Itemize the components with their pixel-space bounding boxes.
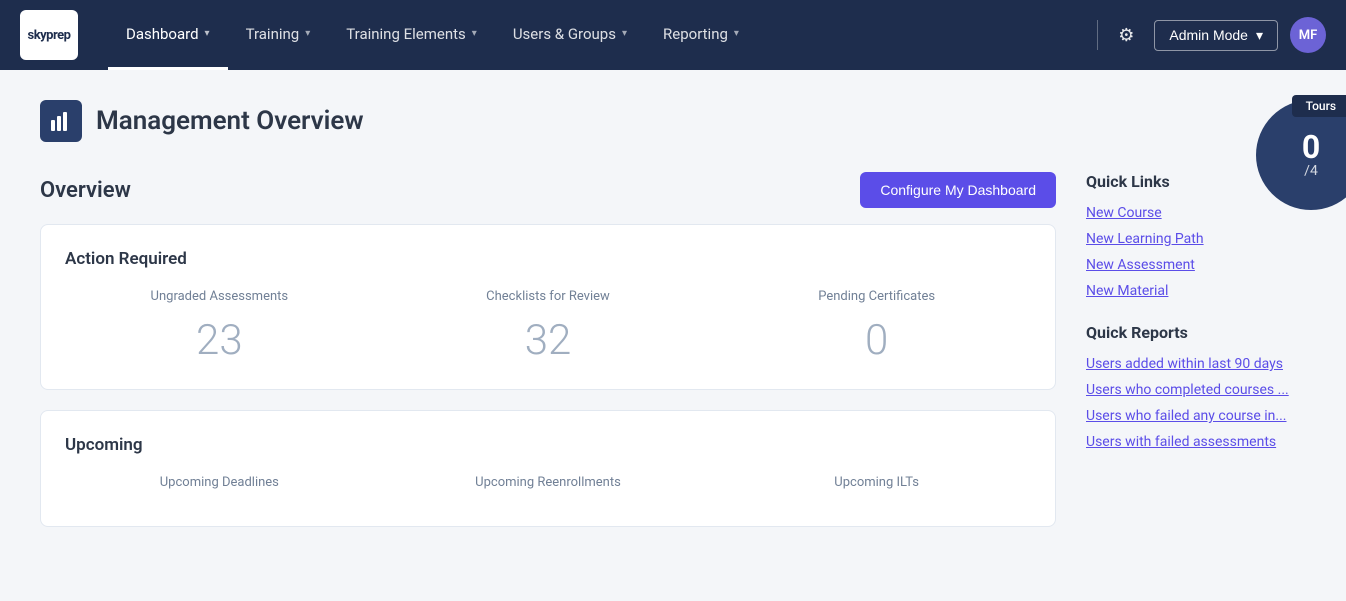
nav-label: Users & Groups [513,25,616,43]
nav-item-reporting[interactable]: Reporting ▾ [645,0,757,70]
quick-links-list: New Course New Learning Path New Assessmen… [1086,205,1306,299]
avatar[interactable]: MF [1290,17,1326,53]
stat-column: Upcoming Reenrollments [394,475,703,502]
nav-label: Dashboard [126,25,199,43]
upcoming-title: Upcoming [65,435,1031,455]
chevron-down-icon: ▾ [205,28,210,39]
chevron-down-icon: ▾ [734,28,739,39]
upcoming-card: Upcoming Upcoming Deadlines Upcoming Ree… [40,410,1056,527]
action-required-title: Action Required [65,249,1031,269]
nav-label: Reporting [663,25,728,43]
overview-title: Overview [40,178,131,203]
nav-label: Training [246,25,300,43]
nav-item-users-groups[interactable]: Users & Groups ▾ [495,0,645,70]
nav-label: Training Elements [346,25,466,43]
stat-value: 32 [394,316,703,365]
stat-label: Upcoming Reenrollments [394,475,703,490]
right-sidebar: Quick Links New CourseNew Learning PathN… [1086,172,1306,547]
chevron-down-icon: ▾ [622,28,627,39]
stat-value: 0 [722,316,1031,365]
management-overview-icon [40,100,82,142]
stat-column: Checklists for Review 32 [394,289,703,365]
stat-value: 23 [65,316,374,365]
nav-item-training-elements[interactable]: Training Elements ▾ [328,0,495,70]
tours-current: 0 [1302,131,1320,163]
quick-report-link[interactable]: Users who completed courses ... [1086,382,1306,398]
chevron-down-icon: ▾ [472,28,477,39]
avatar-initials: MF [1299,28,1318,43]
logo-text: skyprep [28,28,71,43]
nav-item-training[interactable]: Training ▾ [228,0,329,70]
quick-report-link[interactable]: Users who failed any course in... [1086,408,1306,424]
main-content: Management Overview Overview Configure M… [0,70,1346,577]
page-title: Management Overview [96,106,364,136]
stat-column: Upcoming Deadlines [65,475,374,502]
nav-right: ⚙ Admin Mode ▾ MF [1097,17,1326,54]
nav-divider [1097,20,1098,50]
chevron-down-icon: ▾ [1256,27,1263,44]
quick-report-link[interactable]: Users added within last 90 days [1086,356,1306,372]
stat-label: Ungraded Assessments [65,289,374,304]
stat-column: Pending Certificates 0 [722,289,1031,365]
upcoming-stats: Upcoming Deadlines Upcoming Reenrollment… [65,475,1031,502]
page-header: Management Overview [40,100,1306,142]
quick-link[interactable]: New Assessment [1086,257,1306,273]
quick-link[interactable]: New Material [1086,283,1306,299]
quick-report-link[interactable]: Users with failed assessments [1086,434,1306,450]
chevron-down-icon: ▾ [305,28,310,39]
quick-link[interactable]: New Course [1086,205,1306,221]
stat-column: Ungraded Assessments 23 [65,289,374,365]
stat-label: Upcoming Deadlines [65,475,374,490]
quick-link[interactable]: New Learning Path [1086,231,1306,247]
admin-mode-label: Admin Mode [1169,27,1248,43]
top-navigation: skyprep Dashboard▾Training▾Training Elem… [0,0,1346,70]
quick-reports-list: Users added within last 90 days Users who… [1086,356,1306,450]
content-area: Overview Configure My Dashboard Action R… [40,172,1306,547]
nav-items: Dashboard▾Training▾Training Elements▾Use… [108,0,1097,70]
action-required-stats: Ungraded Assessments 23 Checklists for R… [65,289,1031,365]
quick-reports-section: Quick Reports Users added within last 90… [1086,323,1306,450]
gear-icon[interactable]: ⚙ [1110,17,1142,54]
admin-mode-button[interactable]: Admin Mode ▾ [1154,20,1278,51]
overview-header: Overview Configure My Dashboard [40,172,1056,208]
action-required-card: Action Required Ungraded Assessments 23 … [40,224,1056,390]
tours-total: /4 [1304,163,1318,179]
main-panel: Overview Configure My Dashboard Action R… [40,172,1056,547]
stat-label: Upcoming ILTs [722,475,1031,490]
quick-reports-title: Quick Reports [1086,323,1306,342]
stat-label: Pending Certificates [722,289,1031,304]
stat-column: Upcoming ILTs [722,475,1031,502]
tours-label[interactable]: Tours [1292,95,1346,117]
nav-item-dashboard[interactable]: Dashboard ▾ [108,0,228,70]
stat-label: Checklists for Review [394,289,703,304]
logo[interactable]: skyprep [20,10,78,60]
configure-dashboard-button[interactable]: Configure My Dashboard [860,172,1056,208]
